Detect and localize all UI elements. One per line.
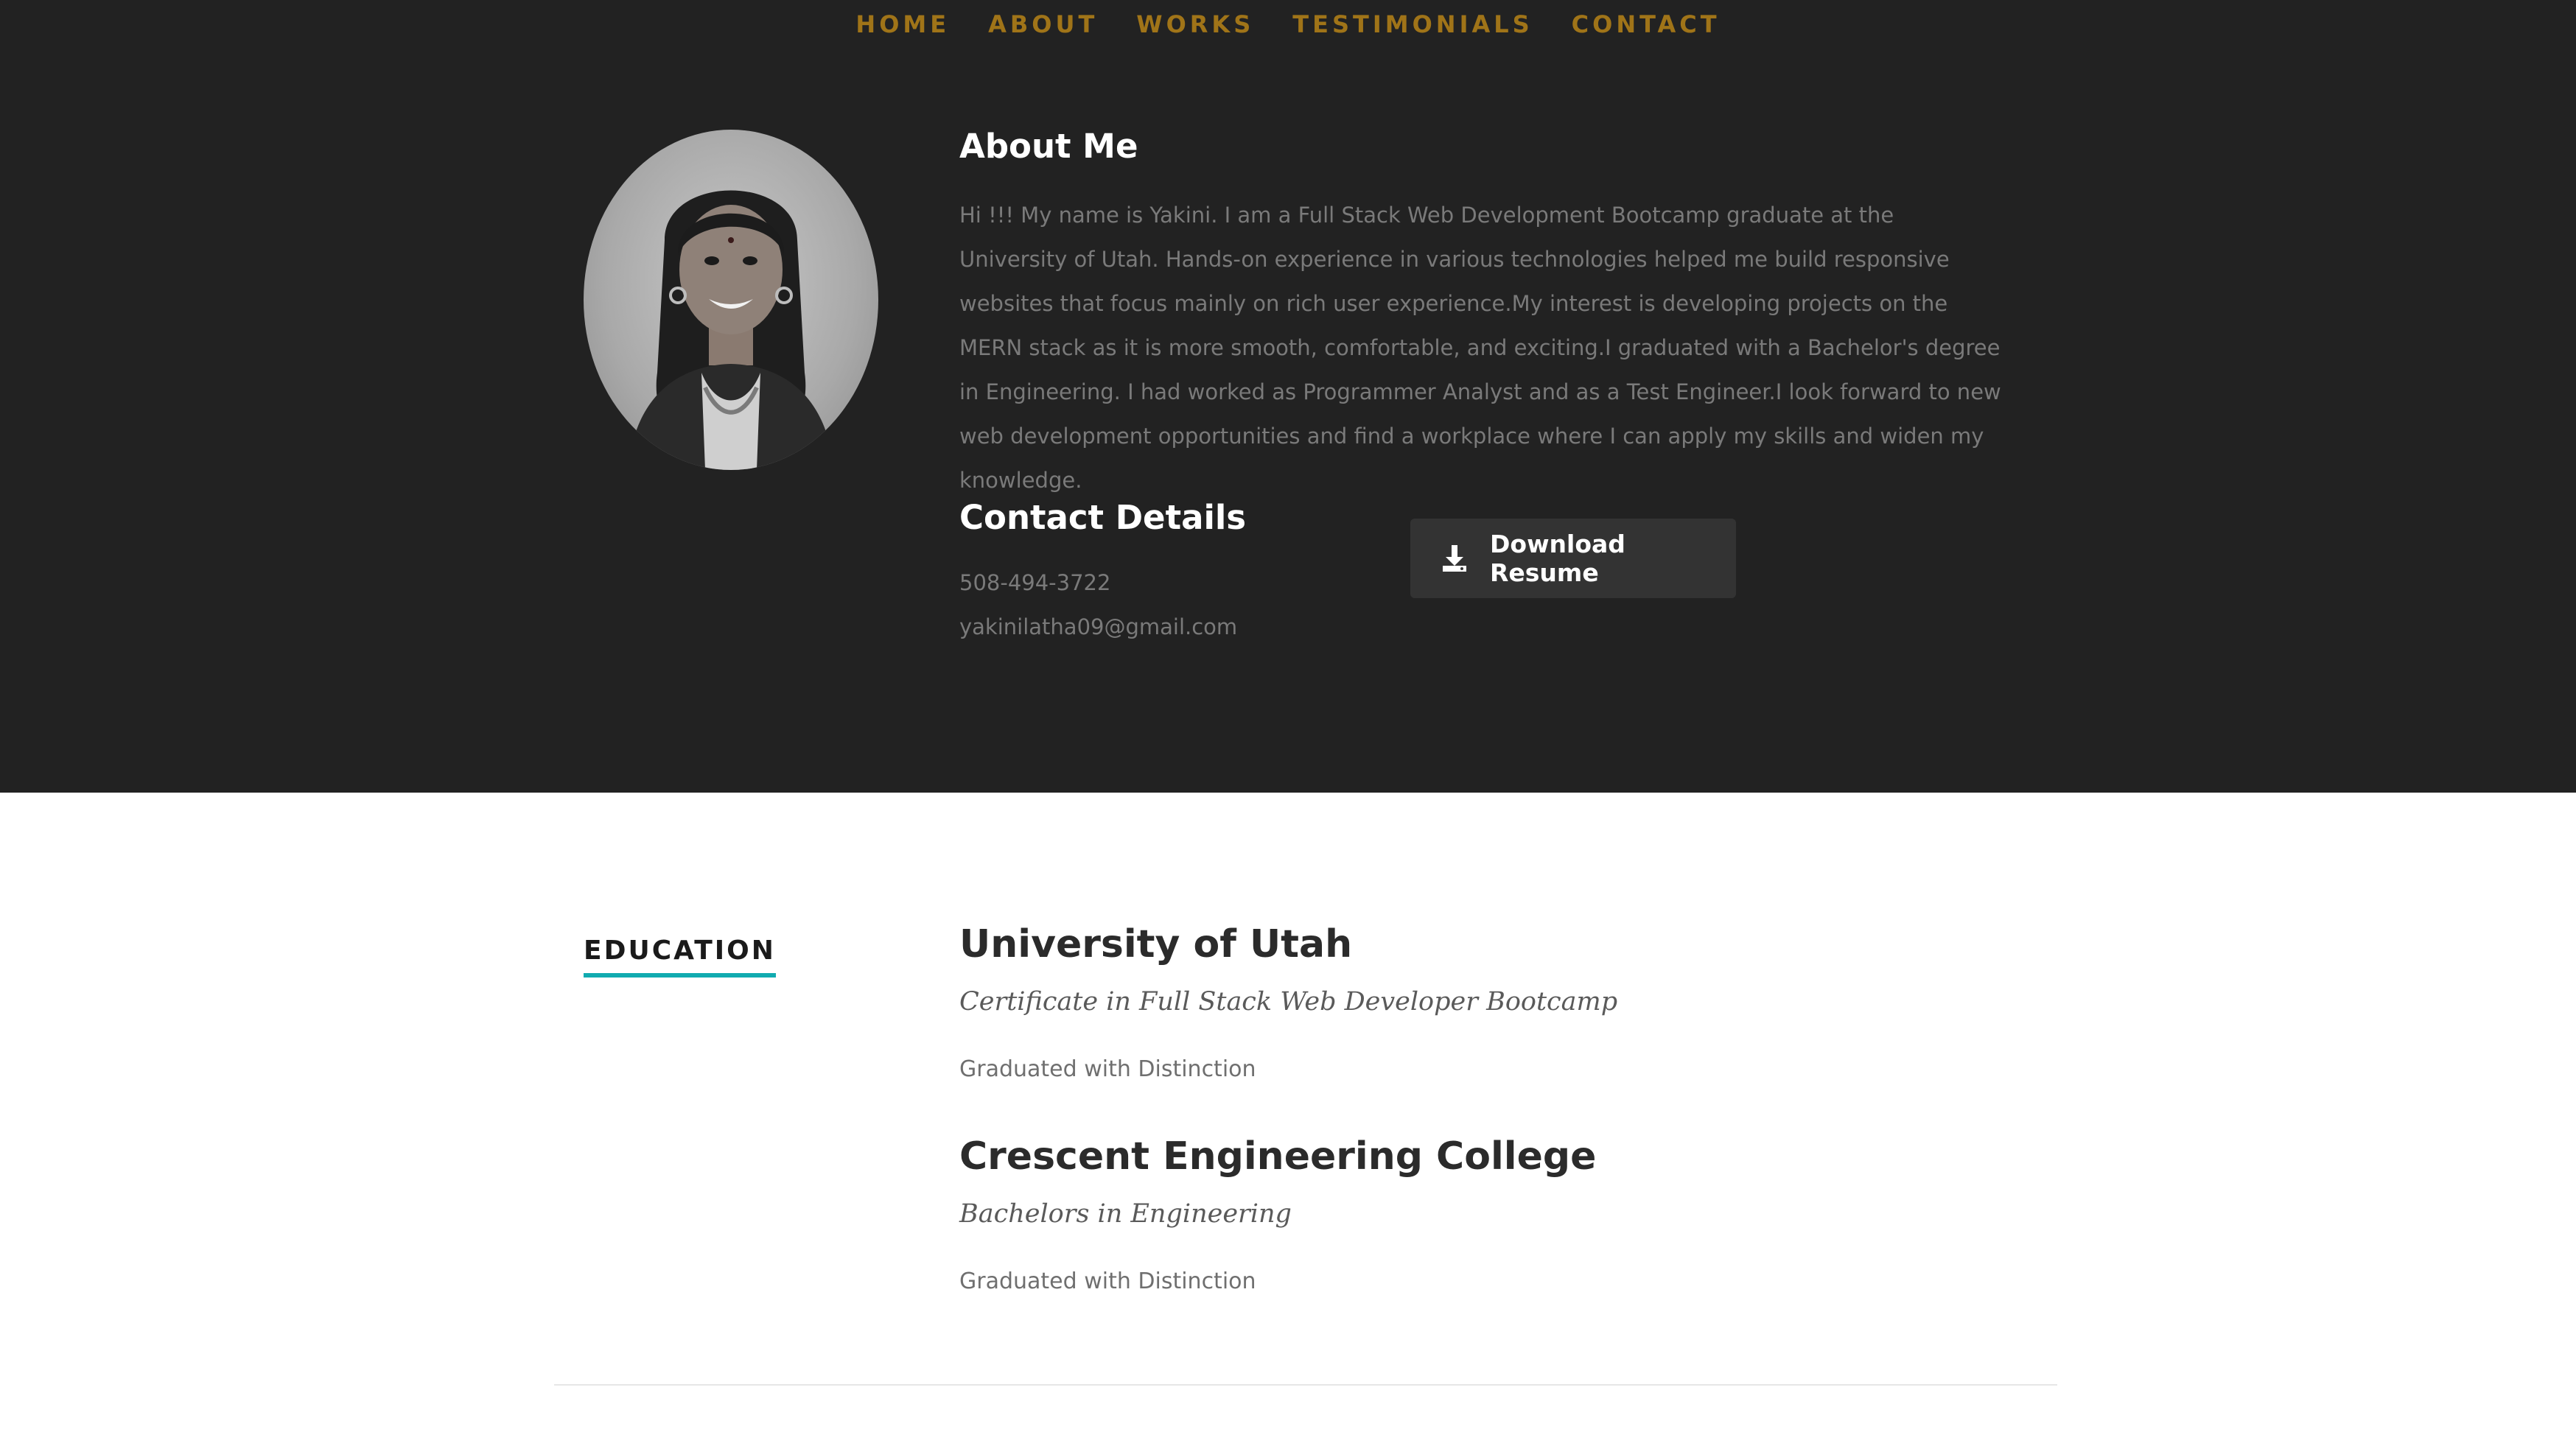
nav-home[interactable]: HOME <box>855 10 950 38</box>
nav-testimonials[interactable]: TESTIMONIALS <box>1292 10 1533 38</box>
school-note: Graduated with Distinction <box>959 1268 1256 1294</box>
profile-photo-illustration <box>628 190 834 470</box>
contact-title: Contact Details <box>959 498 1247 537</box>
section-divider <box>554 1384 2057 1386</box>
profile-photo <box>584 130 878 470</box>
nav-about[interactable]: ABOUT <box>988 10 1098 38</box>
nav-list: HOME ABOUT WORKS TESTIMONIALS CONTACT <box>0 0 2576 38</box>
school-degree: Certificate in Full Stack Web Developer … <box>959 987 1618 1017</box>
about-text: Hi !!! My name is Yakini. I am a Full St… <box>959 203 2001 493</box>
school-degree: Bachelors in Engineering <box>959 1199 1292 1229</box>
download-resume-button[interactable]: Download Resume <box>1410 519 1736 598</box>
school-note: Graduated with Distinction <box>959 1056 1256 1082</box>
contact-email: yakinilatha09@gmail.com <box>959 614 1238 639</box>
nav-works[interactable]: WORKS <box>1136 10 1254 38</box>
about-section: About Me Hi !!! My name is Yakini. I am … <box>0 0 2576 793</box>
school-name: University of Utah <box>959 922 1353 966</box>
education-heading: EDUCATION <box>584 936 776 978</box>
contact-phone: 508-494-3722 <box>959 570 1111 595</box>
main-nav: HOME ABOUT WORKS TESTIMONIALS CONTACT <box>0 0 2576 53</box>
nav-contact[interactable]: CONTACT <box>1572 10 1721 38</box>
about-title: About Me <box>959 127 1138 166</box>
school-name: Crescent Engineering College <box>959 1134 1597 1179</box>
download-resume-label: Download Resume <box>1490 530 1625 587</box>
download-icon <box>1440 544 1469 573</box>
